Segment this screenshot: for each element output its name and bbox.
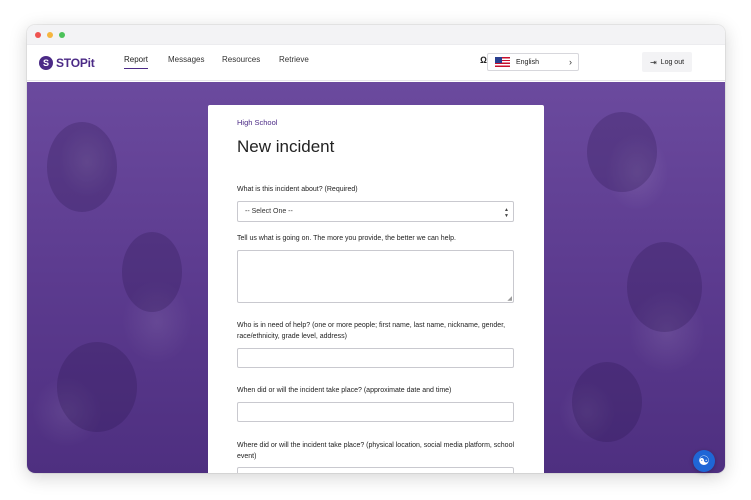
nav-retrieve[interactable]: Retrieve bbox=[279, 55, 309, 68]
crowd-shadow bbox=[572, 362, 642, 442]
accessibility-icon: ☯ bbox=[698, 453, 710, 468]
logout-button[interactable]: ⇥ Log out bbox=[642, 52, 692, 72]
when-input[interactable] bbox=[237, 402, 514, 422]
crowd-shadow bbox=[587, 112, 657, 192]
crowd-shadow bbox=[627, 242, 702, 332]
incident-type-label: What is this incident about? (Required) bbox=[237, 186, 358, 193]
minimize-window-button[interactable] bbox=[47, 32, 53, 38]
description-textarea[interactable]: ◢ bbox=[237, 250, 514, 303]
language-select[interactable]: English › bbox=[487, 53, 579, 71]
incident-type-value: -- Select One -- bbox=[245, 208, 293, 215]
nav-messages[interactable]: Messages bbox=[168, 55, 204, 68]
accessibility-button[interactable]: ☯ bbox=[693, 450, 715, 472]
page-title: New incident bbox=[237, 137, 335, 156]
where-input[interactable] bbox=[237, 467, 514, 473]
browser-window: S STOPit Report Messages Resources Retri… bbox=[27, 25, 725, 473]
stopit-logo-icon: S bbox=[39, 56, 53, 70]
crowd-shadow bbox=[57, 342, 137, 432]
brand-name: STOPit bbox=[56, 56, 95, 70]
where-label: Where did or will the incident take plac… bbox=[237, 442, 515, 460]
description-label: Tell us what is going on. The more you p… bbox=[237, 235, 456, 242]
nav-resources[interactable]: Resources bbox=[222, 55, 260, 68]
us-flag-icon bbox=[495, 57, 510, 67]
resize-handle-icon[interactable]: ◢ bbox=[507, 295, 512, 302]
crowd-shadow bbox=[47, 122, 117, 212]
chevron-right-icon: › bbox=[569, 57, 572, 67]
brand-logo[interactable]: S STOPit bbox=[39, 56, 95, 70]
select-arrow-icon: ▲ ▼ bbox=[504, 207, 509, 219]
logout-label: Log out bbox=[660, 58, 685, 66]
incident-type-select[interactable]: -- Select One -- ▲ ▼ bbox=[237, 201, 514, 222]
nav-report[interactable]: Report bbox=[124, 55, 149, 69]
close-window-button[interactable] bbox=[35, 32, 41, 38]
crowd-shadow bbox=[122, 232, 182, 312]
window-titlebar bbox=[27, 25, 725, 45]
who-needs-help-label: Who is in need of help? (one or more peo… bbox=[237, 322, 506, 340]
when-label: When did or will the incident take place… bbox=[237, 387, 452, 394]
incident-form-card: High School New incident What is this in… bbox=[208, 105, 544, 473]
who-needs-help-input[interactable] bbox=[237, 348, 514, 368]
maximize-window-button[interactable] bbox=[59, 32, 65, 38]
school-name: High School bbox=[237, 118, 278, 127]
language-label: English bbox=[516, 58, 539, 66]
hero-background: High School New incident What is this in… bbox=[27, 82, 725, 473]
top-navbar: S STOPit Report Messages Resources Retri… bbox=[27, 45, 725, 81]
language-icon: Ω bbox=[480, 55, 487, 65]
logout-icon: ⇥ bbox=[649, 57, 657, 67]
